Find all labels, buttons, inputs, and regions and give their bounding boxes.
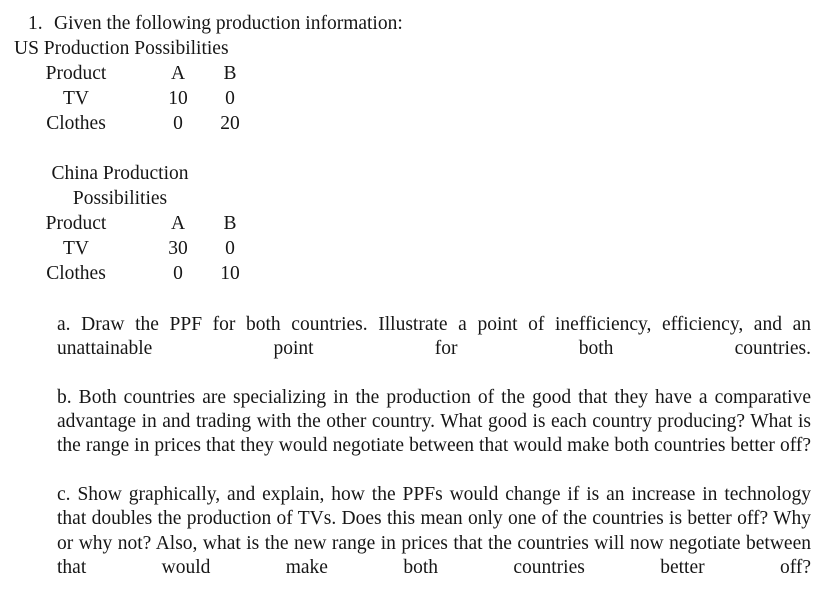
cell-value-b: 10 bbox=[220, 263, 240, 284]
table-row: Clothes 0 10 bbox=[0, 261, 256, 286]
column-header-product: Product bbox=[45, 213, 107, 234]
table-header-row: Product A B bbox=[0, 211, 256, 236]
cell-value-a: 0 bbox=[173, 113, 183, 134]
china-table-caption-line-1: China Production bbox=[51, 163, 189, 184]
table-row: Clothes 0 20 bbox=[0, 111, 256, 136]
question-text: Given the following production informati… bbox=[54, 13, 403, 34]
cell-product: Clothes bbox=[46, 113, 106, 134]
column-header-a: A bbox=[170, 63, 186, 84]
table-row: TV 10 0 bbox=[0, 86, 256, 111]
us-production-table-block: US Production Possibilities Product A B … bbox=[0, 36, 300, 136]
cell-value-b: 20 bbox=[220, 113, 240, 134]
table-header-row: Product A B bbox=[0, 61, 256, 86]
cell-value-a: 0 bbox=[173, 263, 183, 284]
cell-value-b: 0 bbox=[225, 238, 235, 259]
sub-question-b: b. Both countries are specializing in th… bbox=[57, 386, 811, 457]
column-header-product: Product bbox=[45, 63, 107, 84]
us-production-table: Product A B TV 10 0 Clothes 0 20 bbox=[0, 61, 256, 136]
china-production-table: Product A B TV 30 0 Clothes 0 10 bbox=[0, 211, 256, 286]
column-header-a: A bbox=[170, 213, 186, 234]
cell-value-a: 30 bbox=[168, 238, 188, 259]
question-prompt: 1. Given the following production informa… bbox=[28, 11, 403, 36]
china-table-caption-line-2: Possibilities bbox=[72, 188, 168, 209]
sub-question-a: a. Draw the PPF for both countries. Illu… bbox=[57, 314, 811, 360]
document-page: 1. Given the following production informa… bbox=[0, 0, 838, 578]
us-table-caption: US Production Possibilities bbox=[14, 38, 229, 59]
column-header-b: B bbox=[223, 63, 237, 84]
cell-value-a: 10 bbox=[168, 88, 188, 109]
table-row: TV 30 0 bbox=[0, 236, 256, 261]
question-number: 1. bbox=[28, 13, 43, 34]
cell-value-b: 0 bbox=[225, 88, 235, 109]
cell-product: TV bbox=[63, 238, 89, 259]
column-header-b: B bbox=[223, 213, 237, 234]
cell-product: TV bbox=[63, 88, 89, 109]
china-production-table-block: China Production Possibilities Product A… bbox=[0, 161, 300, 286]
cell-product: Clothes bbox=[46, 263, 106, 284]
sub-questions-block: a. Draw the PPF for both countries. Illu… bbox=[57, 313, 811, 605]
sub-question-c: c. Show graphically, and explain, how th… bbox=[57, 484, 811, 578]
